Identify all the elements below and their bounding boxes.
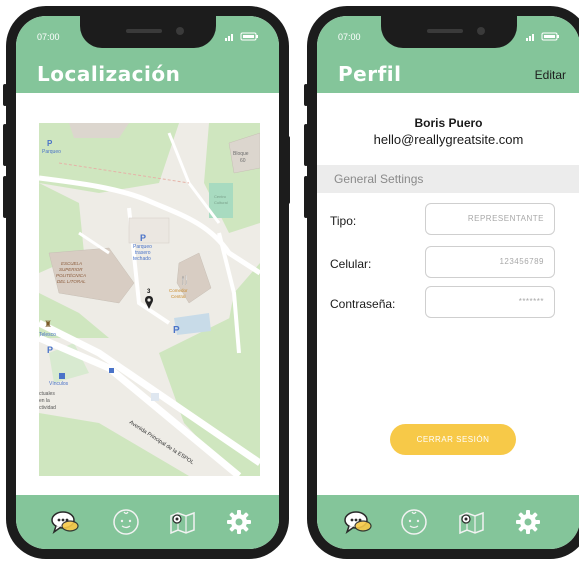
baby-face-icon[interactable]	[111, 507, 141, 537]
status-time: 07:00	[338, 32, 361, 42]
svg-text:🍴: 🍴	[179, 274, 190, 286]
password-field[interactable]: *******	[425, 286, 555, 318]
signal-battery-icon	[225, 32, 258, 41]
baby-face-icon[interactable]	[399, 507, 429, 537]
tipo-field[interactable]: REPRESENTANTE	[425, 203, 555, 235]
profile-screen: 07:00 Perfil Editar Boris Puero hello@re…	[317, 16, 579, 549]
svg-text:Centro: Centro	[214, 194, 227, 199]
svg-text:Central: Central	[171, 294, 186, 299]
svg-text:SUPERIOR: SUPERIOR	[59, 267, 83, 272]
svg-text:Comedor: Comedor	[169, 288, 188, 293]
profile-name: Boris Puero	[414, 116, 483, 130]
chat-icon[interactable]	[50, 507, 80, 537]
location-screen: 07:00 Localización Parqueo P Bloque 60 C…	[16, 16, 279, 549]
field-label-contrasena: Contraseña:	[330, 297, 396, 311]
gear-icon[interactable]	[224, 507, 254, 537]
signal-battery-icon	[526, 32, 559, 41]
page-title: Localización	[37, 62, 181, 86]
logout-button[interactable]: CERRAR SESIÓN	[390, 424, 516, 455]
svg-text:ESCUELA: ESCUELA	[61, 261, 82, 266]
section-title: General Settings	[334, 172, 424, 186]
bottom-nav	[317, 495, 579, 549]
gear-icon[interactable]	[513, 507, 543, 537]
svg-text:Cultural: Cultural	[214, 200, 228, 205]
svg-text:P: P	[140, 233, 146, 243]
phone-frame-profile: 07:00 Perfil Editar Boris Puero hello@re…	[307, 6, 579, 559]
svg-text:techado: techado	[133, 256, 151, 262]
svg-text:Bloque: Bloque	[233, 151, 249, 157]
field-value: *******	[518, 297, 544, 306]
field-label-celular: Celular:	[330, 257, 372, 271]
field-value: 123456789	[499, 257, 544, 266]
celular-field[interactable]: 123456789	[425, 246, 555, 278]
page-title: Perfil	[338, 62, 402, 86]
status-icons	[225, 32, 259, 43]
svg-text:Telesco: Telesco	[39, 332, 56, 338]
map-icon[interactable]	[168, 507, 198, 537]
svg-text:♜: ♜	[44, 319, 52, 329]
status-time: 07:00	[37, 32, 60, 42]
map-canvas: Parqueo P Bloque 60 Centro Cultural P Pa…	[39, 123, 260, 476]
phone-frame-location: 07:00 Localización Parqueo P Bloque 60 C…	[6, 6, 289, 559]
map-label: Parqueo	[42, 149, 61, 155]
bottom-nav	[16, 495, 279, 549]
profile-email: hello@reallygreatsite.com	[373, 132, 524, 147]
svg-text:P: P	[47, 139, 53, 148]
notch	[380, 16, 517, 48]
svg-text:3: 3	[147, 289, 151, 295]
notch	[79, 16, 216, 48]
field-label-tipo: Tipo:	[330, 214, 357, 228]
field-value: REPRESENTANTE	[467, 214, 544, 223]
settings-section-header: General Settings	[317, 165, 579, 193]
map-icon[interactable]	[457, 507, 487, 537]
svg-text:P: P	[173, 325, 180, 336]
status-icons	[526, 32, 560, 43]
svg-text:ctividad: ctividad	[39, 405, 56, 411]
svg-text:60: 60	[240, 158, 246, 164]
svg-text:Vínculos: Vínculos	[49, 381, 69, 387]
svg-text:DEL LITORAL: DEL LITORAL	[57, 279, 86, 284]
svg-text:P: P	[47, 345, 53, 355]
svg-text:en la: en la	[39, 398, 50, 404]
campus-map[interactable]: Parqueo P Bloque 60 Centro Cultural P Pa…	[39, 123, 260, 476]
svg-text:POLITÉCNICA: POLITÉCNICA	[56, 272, 86, 278]
edit-button[interactable]: Editar	[535, 68, 566, 82]
svg-text:ctuales: ctuales	[39, 391, 55, 397]
chat-icon[interactable]	[343, 507, 373, 537]
